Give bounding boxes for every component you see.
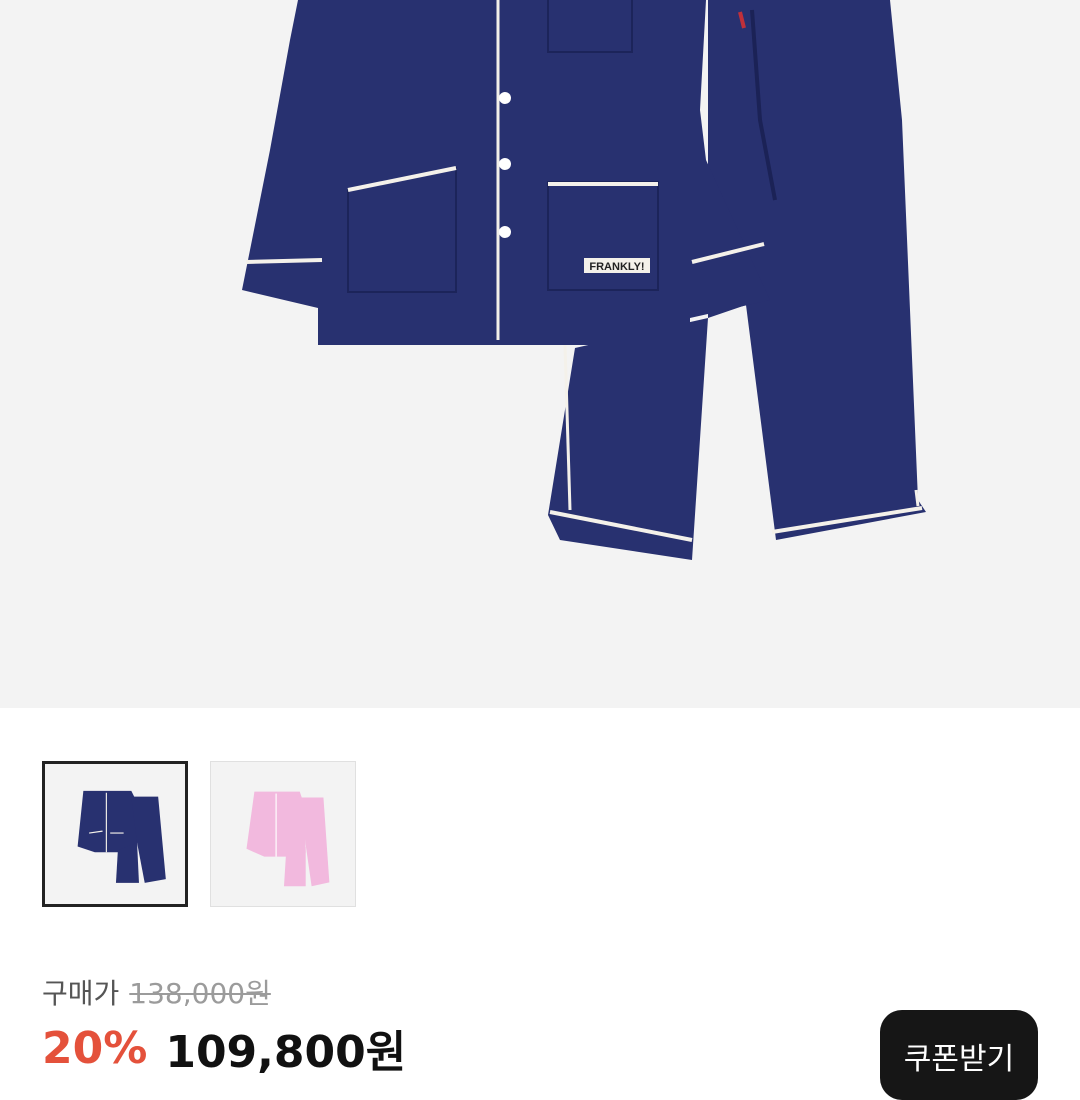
sale-price: 109,800원 [165, 1027, 407, 1078]
sale-price-row: 20% 109,800원 [42, 1020, 406, 1079]
thumbnail-navy[interactable] [42, 761, 188, 907]
thumbnail-pink[interactable] [210, 761, 356, 907]
price-label: 구매가 [42, 977, 120, 1010]
pajama-illustration: FRANKLY! [242, 0, 926, 560]
brand-label-text: FRANKLY! [589, 261, 644, 273]
navy-pajama-thumbnail-image [77, 790, 166, 883]
pink-pajama-thumbnail-image [246, 791, 330, 887]
discount-rate: 20% [42, 1022, 148, 1074]
product-main-image[interactable]: FRANKLY! [0, 0, 1080, 708]
price-label-row: 구매가 138,000원 [42, 972, 271, 1012]
original-price: 138,000원 [129, 977, 271, 1010]
coupon-button[interactable]: 쿠폰받기 [880, 1010, 1038, 1100]
